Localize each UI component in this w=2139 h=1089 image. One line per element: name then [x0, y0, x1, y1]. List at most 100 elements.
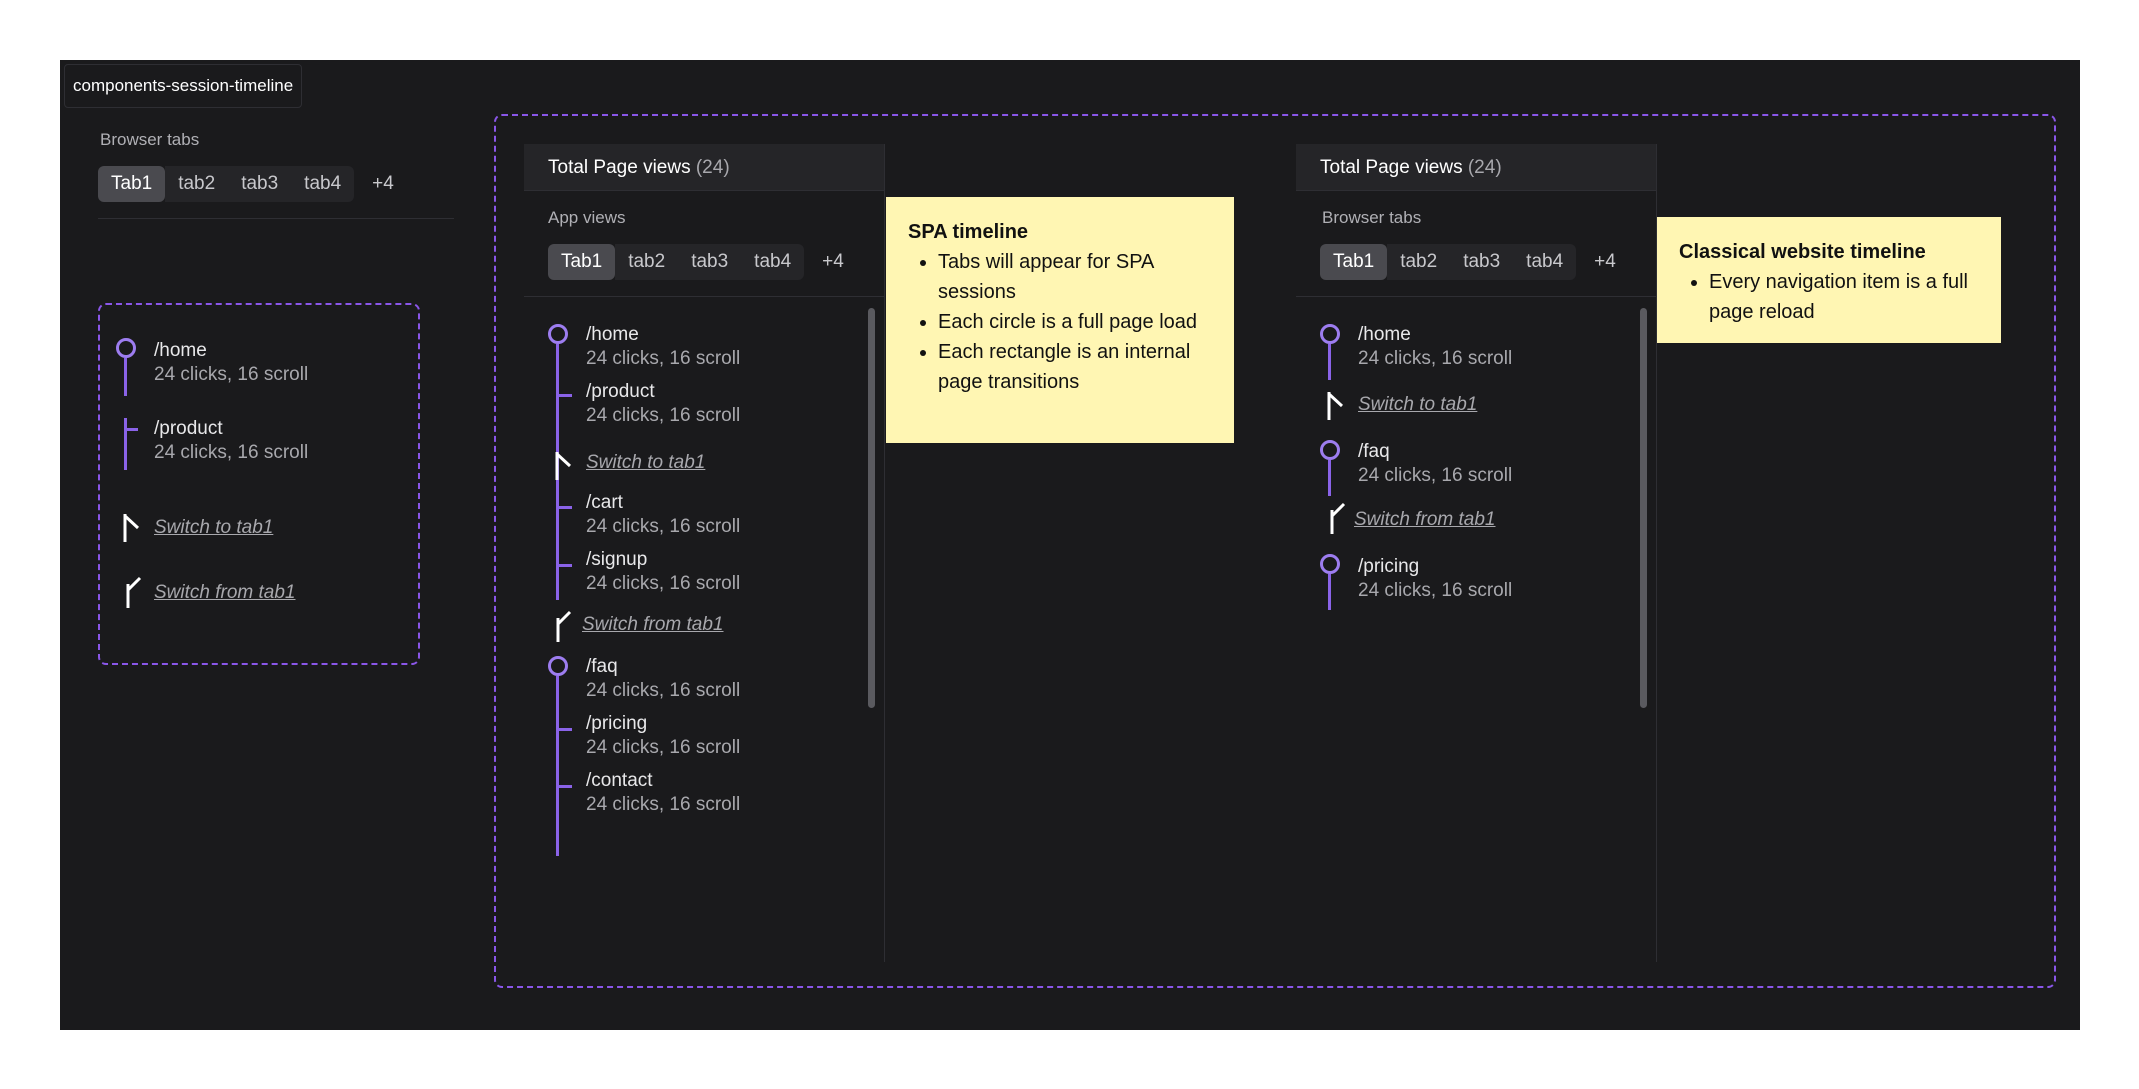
- transition-tick-icon: [556, 728, 572, 731]
- tab-2[interactable]: tab2: [615, 244, 679, 280]
- section-label: Browser tabs: [100, 130, 200, 149]
- page-path[interactable]: /faq: [586, 656, 618, 678]
- note-bullet: Tabs will appear for SPA sessions: [938, 247, 1212, 307]
- switch-from-tab-link[interactable]: Switch from tab1: [1354, 509, 1496, 531]
- timeline-line: [1328, 344, 1331, 380]
- page-stats: 24 clicks, 16 scroll: [586, 405, 741, 426]
- divider: [98, 218, 454, 219]
- classic-timeline-note: Classical website timeline Every navigat…: [1657, 217, 2001, 343]
- tab-3[interactable]: tab3: [678, 244, 742, 280]
- page-path[interactable]: /signup: [586, 549, 647, 571]
- timeline-line: [124, 358, 127, 396]
- note-bullets: Every navigation item is a full page rel…: [1709, 267, 1979, 327]
- page-stats: 24 clicks, 16 scroll: [1358, 348, 1513, 369]
- page-load-circle-icon: [1320, 554, 1340, 574]
- tab-1[interactable]: Tab1: [98, 166, 166, 202]
- page-stats: 24 clicks, 16 scroll: [1358, 465, 1513, 486]
- switch-from-tab-icon: [1330, 502, 1346, 534]
- switch-to-tab-link[interactable]: Switch to tab1: [154, 517, 273, 539]
- browser-tabs: Tab1 tab2 tab3 tab4 +4: [98, 166, 406, 202]
- timeline-line: [1328, 574, 1331, 610]
- tab-4[interactable]: tab4: [1513, 244, 1577, 280]
- spa-timeline-panel: Total Page views (24) App views Tab1 tab…: [524, 144, 885, 962]
- tab-4[interactable]: tab4: [291, 166, 355, 202]
- frame-label: components-session-timeline: [64, 64, 303, 108]
- legend-dashed-box: [98, 303, 420, 665]
- page-path[interactable]: /cart: [586, 492, 623, 514]
- panel-title: Total Page views: [548, 157, 691, 178]
- panel-title: Total Page views: [1320, 157, 1463, 178]
- switch-to-tab-icon: [1327, 392, 1344, 420]
- page-stats: 24 clicks, 16 scroll: [586, 680, 741, 701]
- panel-header: Total Page views (24): [524, 144, 884, 191]
- scrollbar[interactable]: [868, 308, 875, 708]
- switch-from-tab-link[interactable]: Switch from tab1: [582, 614, 724, 636]
- switch-from-tab-link[interactable]: Switch from tab1: [154, 582, 296, 604]
- panel-count: (24): [1467, 157, 1502, 178]
- page-path[interactable]: /contact: [586, 770, 653, 792]
- page-path[interactable]: /product: [154, 418, 223, 440]
- note-title: Classical website timeline: [1679, 241, 1926, 263]
- switch-to-tab-icon: [123, 514, 140, 542]
- browser-tabs: Tab1 tab2 tab3 tab4 +4: [1320, 244, 1628, 280]
- switch-to-tab-link[interactable]: Switch to tab1: [1358, 394, 1477, 416]
- tab-4[interactable]: tab4: [741, 244, 805, 280]
- page-load-circle-icon: [548, 324, 568, 344]
- session-timeline-frame: components-session-timeline Browser tabs…: [60, 60, 2080, 1030]
- switch-from-tab-icon: [556, 610, 572, 642]
- timeline-line: [556, 676, 559, 856]
- transition-tick-icon: [556, 564, 572, 567]
- page-path[interactable]: /faq: [1358, 441, 1390, 463]
- page-load-circle-icon: [116, 338, 136, 358]
- page-stats: 24 clicks, 16 scroll: [154, 442, 309, 463]
- scrollbar[interactable]: [1640, 308, 1647, 708]
- transition-tick-icon: [556, 506, 572, 509]
- note-title: SPA timeline: [908, 221, 1029, 243]
- page-path[interactable]: /home: [586, 324, 639, 346]
- page-stats: 24 clicks, 16 scroll: [586, 516, 741, 537]
- note-bullet: Each rectangle is an internal page trans…: [938, 337, 1212, 397]
- tab-2[interactable]: tab2: [165, 166, 229, 202]
- classic-timeline-panel: Total Page views (24) Browser tabs Tab1 …: [1296, 144, 1657, 962]
- note-bullet: Every navigation item is a full page rel…: [1709, 267, 1979, 327]
- page-stats: 24 clicks, 16 scroll: [154, 364, 309, 385]
- divider: [524, 296, 885, 297]
- app-tabs: Tab1 tab2 tab3 tab4 +4: [548, 244, 856, 280]
- timeline-line: [1328, 460, 1331, 496]
- tab-3[interactable]: tab3: [228, 166, 292, 202]
- timeline-line: [124, 418, 127, 470]
- page-stats: 24 clicks, 16 scroll: [1358, 580, 1513, 601]
- more-tabs-button[interactable]: +4: [1582, 244, 1628, 280]
- page-stats: 24 clicks, 16 scroll: [586, 348, 741, 369]
- page-path[interactable]: /pricing: [586, 713, 647, 735]
- panel-count: (24): [695, 157, 730, 178]
- tab-3[interactable]: tab3: [1450, 244, 1514, 280]
- transition-tick-icon: [556, 394, 572, 397]
- tab-1[interactable]: Tab1: [1320, 244, 1388, 280]
- section-label: App views: [548, 208, 626, 227]
- note-bullet: Each circle is a full page load: [938, 307, 1212, 337]
- page-path[interactable]: /product: [586, 381, 655, 403]
- page-stats: 24 clicks, 16 scroll: [586, 737, 741, 758]
- switch-from-tab-icon: [126, 576, 142, 608]
- page-load-circle-icon: [1320, 324, 1340, 344]
- transition-tick-icon: [556, 785, 572, 788]
- page-stats: 24 clicks, 16 scroll: [586, 573, 741, 594]
- tab-2[interactable]: tab2: [1387, 244, 1451, 280]
- transition-tick-icon: [124, 428, 138, 431]
- divider: [1296, 296, 1657, 297]
- switch-to-tab-link[interactable]: Switch to tab1: [586, 452, 705, 474]
- page-load-circle-icon: [1320, 440, 1340, 460]
- page-path[interactable]: /home: [154, 340, 207, 362]
- page-stats: 24 clicks, 16 scroll: [586, 794, 741, 815]
- more-tabs-button[interactable]: +4: [360, 166, 406, 202]
- panel-header: Total Page views (24): [1296, 144, 1656, 191]
- page-load-circle-icon: [548, 656, 568, 676]
- tab-1[interactable]: Tab1: [548, 244, 616, 280]
- page-path[interactable]: /pricing: [1358, 556, 1419, 578]
- switch-to-tab-icon: [555, 452, 572, 480]
- more-tabs-button[interactable]: +4: [810, 244, 856, 280]
- page-path[interactable]: /home: [1358, 324, 1411, 346]
- spa-timeline-note: SPA timeline Tabs will appear for SPA se…: [886, 197, 1234, 443]
- note-bullets: Tabs will appear for SPA sessions Each c…: [938, 247, 1212, 397]
